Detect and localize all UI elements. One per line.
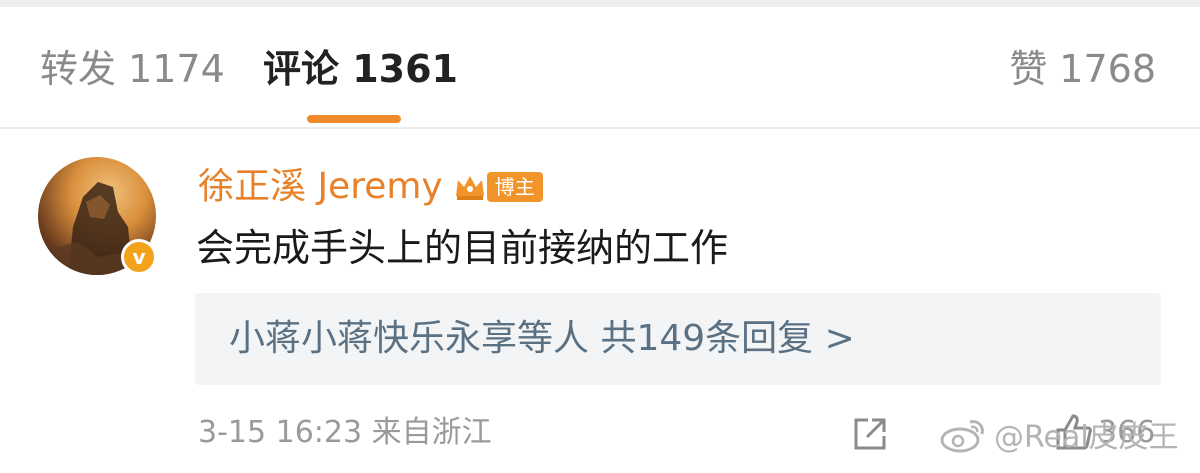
comment-tabs: 转发 1174 评论 1361 赞 1768	[0, 7, 1200, 127]
watermark: @Real皮皮王	[938, 412, 1179, 456]
verified-badge-icon: v	[121, 239, 157, 275]
tab-repost[interactable]: 转发 1174	[40, 47, 225, 91]
top-separator	[0, 0, 1200, 7]
blogger-badge: 博主	[486, 172, 543, 202]
comment-header: 徐正溪 Jeremy 博主	[198, 165, 543, 209]
tab-likes[interactable]: 赞 1768	[1009, 47, 1156, 91]
share-icon[interactable]	[850, 414, 890, 454]
avatar[interactable]: v	[38, 157, 157, 275]
comment-time-location: 3-15 16:23 来自浙江	[198, 415, 492, 450]
replies-summary-box[interactable]: 小蒋小蒋快乐永享等人 共149条回复 >	[195, 293, 1161, 385]
username[interactable]: 徐正溪 Jeremy	[198, 165, 443, 209]
active-tab-indicator	[307, 115, 401, 123]
comment-text: 会完成手头上的目前接纳的工作	[196, 226, 729, 270]
tabs-divider	[0, 127, 1200, 129]
watermark-text: @Real皮皮王	[994, 420, 1179, 455]
crown-icon	[455, 176, 484, 200]
tab-comments[interactable]: 评论 1361	[263, 47, 458, 91]
replies-summary-link[interactable]: 小蒋小蒋快乐永享等人 共149条回复 >	[229, 315, 855, 363]
weibo-logo-icon	[940, 420, 984, 453]
